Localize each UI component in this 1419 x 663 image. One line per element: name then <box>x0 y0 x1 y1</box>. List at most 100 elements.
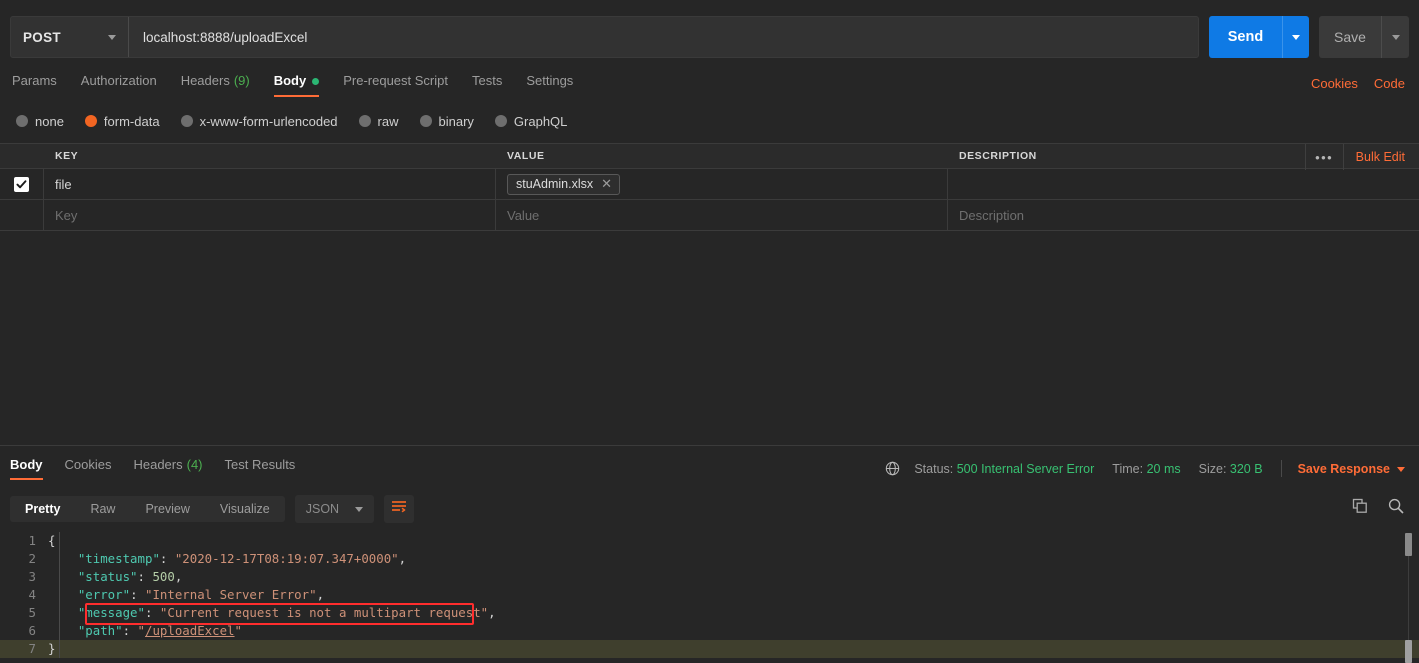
chevron-down-icon <box>355 506 364 512</box>
response-tab-test-results[interactable]: Test Results <box>225 457 296 480</box>
globe-icon <box>885 461 900 476</box>
tab-body[interactable]: Body <box>273 73 320 97</box>
request-body-empty-area <box>0 233 1419 445</box>
tab-label: Headers <box>133 457 183 472</box>
chevron-down-icon <box>108 34 116 40</box>
radio-selected-icon <box>84 115 97 127</box>
body-type-graphql[interactable]: GraphQL <box>494 113 568 129</box>
tab-label: Authorization <box>80 73 157 88</box>
format-preview-button[interactable]: Preview <box>130 496 204 522</box>
key-placeholder: Key <box>55 207 78 223</box>
new-key-input[interactable]: Key <box>44 200 496 230</box>
response-status-strip: Status: 500 Internal Server Error Time: … <box>885 460 1405 477</box>
tab-params[interactable]: Params <box>12 73 57 97</box>
search-icon[interactable] <box>1388 498 1404 514</box>
chevron-down-icon <box>1397 466 1405 472</box>
tab-label: Tests <box>471 73 503 88</box>
status-item: Status: 500 Internal Server Error <box>914 462 1094 476</box>
new-description-input[interactable]: Description <box>948 200 1419 230</box>
form-data-table: KEY VALUE DESCRIPTION ••• Bulk Edit file… <box>0 143 1419 231</box>
code-token: 500 <box>152 569 175 584</box>
response-pane: Body Cookies Headers (4) Test Results Sta… <box>0 445 1419 663</box>
status-label: Status: <box>914 461 954 476</box>
url-bar: POST localhost:8888/uploadExcel Send Sav… <box>10 16 1409 58</box>
code-scrollbar-thumb-bottom[interactable] <box>1405 640 1412 663</box>
format-segmented-control: Pretty Raw Preview Visualize <box>10 496 285 522</box>
tab-count: (9) <box>233 73 250 88</box>
code-token: "Internal Server Error" <box>144 587 317 602</box>
code-token: : <box>130 587 145 602</box>
remove-file-icon[interactable]: ✕ <box>601 177 612 190</box>
row-key-value: file <box>55 176 72 192</box>
response-format-controls: Pretty Raw Preview Visualize JSON <box>10 495 415 523</box>
line-number: 5 <box>28 605 36 620</box>
tab-headers[interactable]: Headers (9) <box>181 73 250 97</box>
format-visualize-button[interactable]: Visualize <box>205 496 285 522</box>
row-value-cell[interactable]: stuAdmin.xlsx ✕ <box>496 169 948 199</box>
save-response-button[interactable]: Save Response <box>1298 462 1405 476</box>
code-token: "status" <box>77 569 138 584</box>
line-number: 4 <box>28 587 36 602</box>
format-pretty-button[interactable]: Pretty <box>10 496 75 522</box>
response-tabs: Body Cookies Headers (4) Test Results <box>10 457 317 480</box>
radio-icon <box>180 115 193 127</box>
body-type-raw[interactable]: raw <box>358 114 399 129</box>
line-number: 3 <box>28 569 36 584</box>
word-wrap-button[interactable] <box>384 495 415 523</box>
table-row: file stuAdmin.xlsx ✕ <box>0 169 1419 200</box>
time-value: 20 ms <box>1146 461 1181 476</box>
language-selector[interactable]: JSON <box>294 495 375 523</box>
response-tab-body[interactable]: Body <box>10 457 43 480</box>
code-line: 5 "message": "Current request is not a m… <box>0 604 1419 622</box>
body-type-x-www-form-urlencoded[interactable]: x-www-form-urlencoded <box>180 114 338 129</box>
send-options-button[interactable] <box>1282 16 1309 58</box>
format-raw-button[interactable]: Raw <box>75 496 130 522</box>
indent-guide <box>59 532 60 550</box>
line-number: 6 <box>28 623 36 638</box>
save-button[interactable]: Save <box>1319 16 1381 58</box>
more-options-icon[interactable]: ••• <box>1304 144 1343 170</box>
response-tab-cookies[interactable]: Cookies <box>65 457 112 480</box>
code-scrollbar-thumb[interactable] <box>1405 533 1412 556</box>
code-token: : <box>137 569 153 584</box>
code-token: : <box>159 551 175 566</box>
tab-count: (4) <box>186 457 203 472</box>
cookies-link[interactable]: Cookies <box>1311 76 1358 91</box>
copy-icon[interactable] <box>1352 498 1368 514</box>
radio-label: GraphQL <box>513 113 568 129</box>
send-button[interactable]: Send <box>1209 16 1282 58</box>
tab-label: Params <box>12 73 57 88</box>
bulk-edit-button[interactable]: Bulk Edit <box>1342 144 1419 170</box>
status-value: 500 Internal Server Error <box>956 461 1095 476</box>
body-type-form-data[interactable]: form-data <box>84 113 160 129</box>
url-input[interactable]: localhost:8888/uploadExcel <box>129 17 1198 57</box>
radio-label: form-data <box>103 113 160 129</box>
row-description-cell[interactable] <box>948 169 1419 199</box>
response-tab-headers[interactable]: Headers (4) <box>133 457 202 480</box>
code-token: "2020-12-17T08:19:07.347+0000" <box>174 551 399 566</box>
send-button-group: Send <box>1209 16 1309 58</box>
http-method-selector[interactable]: POST <box>11 17 129 57</box>
table-placeholder-row: Key Value Description <box>0 200 1419 231</box>
body-type-binary[interactable]: binary <box>419 114 474 129</box>
file-chip: stuAdmin.xlsx ✕ <box>507 173 621 195</box>
row-checkbox[interactable] <box>14 176 29 192</box>
code-token: "Current request is not a multipart requ… <box>159 605 489 620</box>
code-token: , <box>488 605 496 620</box>
body-type-none[interactable]: none <box>16 114 64 129</box>
header-check-cell <box>0 144 44 168</box>
row-key-cell[interactable]: file <box>44 169 496 199</box>
tab-settings[interactable]: Settings <box>526 73 573 97</box>
code-link[interactable]: Code <box>1374 76 1405 91</box>
code-token: "message" <box>77 605 145 620</box>
tab-pre-request-script[interactable]: Pre-request Script <box>343 73 448 97</box>
tab-authorization[interactable]: Authorization <box>81 73 157 97</box>
response-body-code[interactable]: 1{2 "timestamp": "2020-12-17T08:19:07.34… <box>0 532 1419 663</box>
new-value-input[interactable]: Value <box>496 200 948 230</box>
language-label: JSON <box>305 502 340 516</box>
tab-label: Body <box>273 73 307 88</box>
save-options-button[interactable] <box>1381 16 1409 58</box>
size-label: Size: <box>1198 461 1227 476</box>
tab-tests[interactable]: Tests <box>472 73 502 97</box>
